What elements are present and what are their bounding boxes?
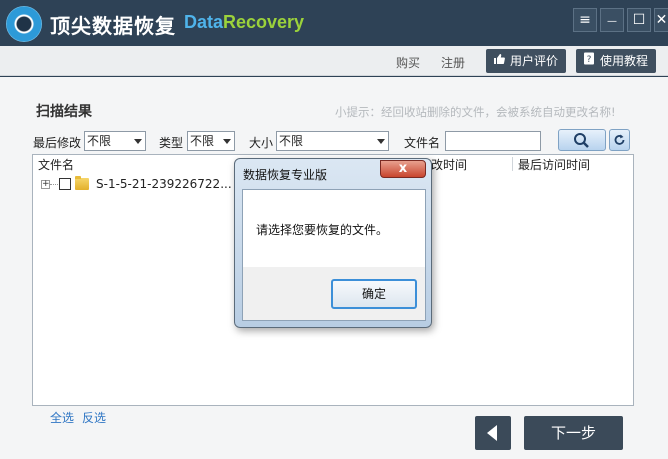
register-link[interactable]: 注册 <box>441 54 465 71</box>
menu-button[interactable]: ≡ <box>573 8 597 32</box>
last-modified-value: 不限 <box>87 134 112 148</box>
select-all-link[interactable]: 全选 <box>50 409 74 426</box>
close-icon: x <box>398 161 408 176</box>
tree-line <box>50 184 58 185</box>
back-button[interactable] <box>475 416 511 450</box>
type-select[interactable]: 不限 <box>187 131 235 151</box>
filename-label: 文件名 <box>404 136 441 150</box>
dialog-close-button[interactable]: x <box>380 160 426 178</box>
expand-icon[interactable]: + <box>41 180 50 189</box>
dialog-body: 请选择您要恢复的文件。 确定 <box>242 189 426 321</box>
menu-icon: ≡ <box>579 12 591 28</box>
scan-results-title: 扫描结果 <box>36 104 92 120</box>
title-bar: 顶尖数据恢复 DataRecovery ≡ — ☐ ✕ <box>0 0 668 46</box>
search-button[interactable] <box>558 129 606 151</box>
buy-link[interactable]: 购买 <box>396 54 420 71</box>
row-filename: S-1-5-21-239226722... <box>96 177 232 191</box>
close-icon: ✕ <box>655 12 668 28</box>
filename-input[interactable] <box>445 131 541 151</box>
invert-selection-link[interactable]: 反选 <box>82 409 106 426</box>
toolbar: 购买 注册 用户评价 ? 使用教程 <box>0 46 668 76</box>
user-review-button[interactable]: 用户评价 <box>486 49 567 73</box>
column-header-filename[interactable]: 文件名 <box>38 156 74 173</box>
column-header-last-access[interactable]: 最后访问时间 <box>518 156 590 173</box>
size-value: 不限 <box>279 134 304 148</box>
dialog-message-area: 请选择您要恢复的文件。 <box>243 190 425 267</box>
dialog-ok-button[interactable]: 确定 <box>331 279 417 309</box>
minimize-icon: — <box>607 16 617 27</box>
size-select[interactable]: 不限 <box>276 131 389 151</box>
next-button[interactable]: 下一步 <box>524 416 623 450</box>
maximize-icon: ☐ <box>632 12 646 28</box>
refresh-button[interactable] <box>609 129 630 151</box>
arrow-left-icon <box>487 425 497 441</box>
hint-text: 小提示：经回收站删除的文件，会被系统自动更改名称! <box>335 105 616 119</box>
last-modified-label: 最后修改 <box>33 136 82 150</box>
chevron-down-icon <box>134 139 142 144</box>
app-title: 顶尖数据恢复 <box>50 14 176 38</box>
column-divider <box>512 157 513 171</box>
row-checkbox[interactable] <box>59 178 71 190</box>
type-value: 不限 <box>190 134 215 148</box>
chevron-down-icon <box>223 139 231 144</box>
folder-icon <box>75 176 89 190</box>
minimize-button[interactable]: — <box>600 8 624 32</box>
close-button[interactable]: ✕ <box>654 8 668 32</box>
brand-data-text: Data <box>184 12 224 32</box>
user-review-label: 用户评价 <box>510 54 559 68</box>
size-label: 大小 <box>249 136 274 150</box>
type-label: 类型 <box>159 136 184 150</box>
dialog-message: 请选择您要恢复的文件。 <box>256 223 389 237</box>
chevron-down-icon <box>377 139 385 144</box>
brand-name: DataRecovery <box>184 12 304 33</box>
tutorial-label: 使用教程 <box>600 54 649 68</box>
search-icon <box>574 133 589 148</box>
refresh-icon <box>614 134 625 145</box>
dialog-title: 数据恢复专业版 <box>243 168 328 182</box>
message-dialog: 数据恢复专业版 x 请选择您要恢复的文件。 确定 <box>234 158 432 328</box>
last-modified-select[interactable]: 不限 <box>84 131 146 151</box>
maximize-button[interactable]: ☐ <box>627 8 651 32</box>
column-header-modified[interactable]: 改时间 <box>431 156 467 173</box>
app-logo-icon <box>6 6 42 42</box>
svg-text:?: ? <box>587 55 592 65</box>
tutorial-button[interactable]: ? 使用教程 <box>576 49 657 73</box>
thumbs-up-icon <box>492 49 506 73</box>
brand-recovery-text: Recovery <box>223 12 305 32</box>
help-book-icon: ? <box>582 49 596 73</box>
